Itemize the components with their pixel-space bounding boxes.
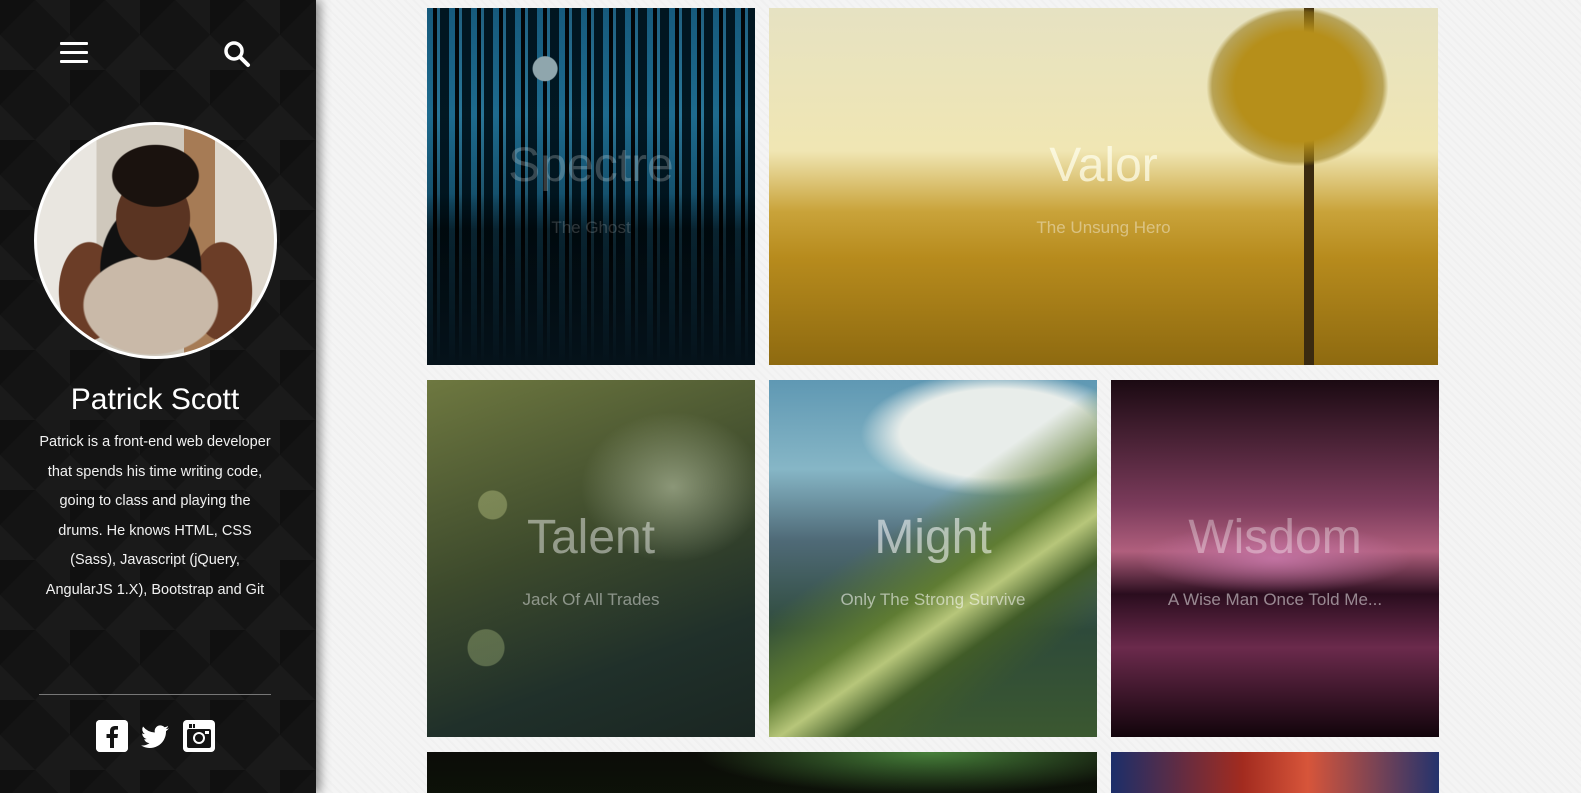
sidebar-divider — [39, 694, 271, 695]
tile-subtitle: Only The Strong Survive — [840, 590, 1026, 609]
gallery-tile-partial[interactable] — [427, 752, 1097, 793]
gallery-tile-might[interactable]: Might Only The Strong Survive — [769, 380, 1097, 737]
twitter-icon[interactable] — [139, 720, 171, 752]
profile-sidebar: Patrick Scott Patrick is a front-end web… — [0, 0, 316, 793]
tile-title: Valor — [1049, 139, 1158, 192]
search-icon[interactable] — [223, 40, 251, 68]
tile-subtitle: The Unsung Hero — [1036, 218, 1171, 237]
profile-name: Patrick Scott — [70, 383, 240, 416]
hamburger-menu-icon[interactable] — [60, 42, 88, 66]
tile-title: Spectre — [508, 139, 674, 192]
tile-subtitle: Jack Of All Trades — [522, 590, 660, 609]
gallery-tile-spectre[interactable]: Spectre The Ghost — [427, 8, 755, 365]
gallery-tile-wisdom[interactable]: Wisdom A Wise Man Once Told Me... — [1111, 380, 1439, 737]
gallery-tile-valor[interactable]: Valor The Unsung Hero — [769, 8, 1438, 365]
tile-title: Might — [874, 511, 992, 564]
gallery-tile-talent[interactable]: Talent Jack Of All Trades — [427, 380, 755, 737]
gallery-tile-partial[interactable] — [1111, 752, 1439, 793]
tile-subtitle: A Wise Man Once Told Me... — [1167, 590, 1383, 609]
profile-bio: Patrick is a front-end web developer tha… — [39, 434, 271, 598]
tile-title: Talent — [526, 511, 656, 564]
instagram-icon[interactable] — [183, 720, 215, 752]
facebook-icon[interactable] — [96, 720, 128, 752]
tile-subtitle: The Ghost — [551, 218, 631, 237]
profile-avatar — [34, 122, 277, 359]
tile-title: Wisdom — [1188, 511, 1362, 564]
